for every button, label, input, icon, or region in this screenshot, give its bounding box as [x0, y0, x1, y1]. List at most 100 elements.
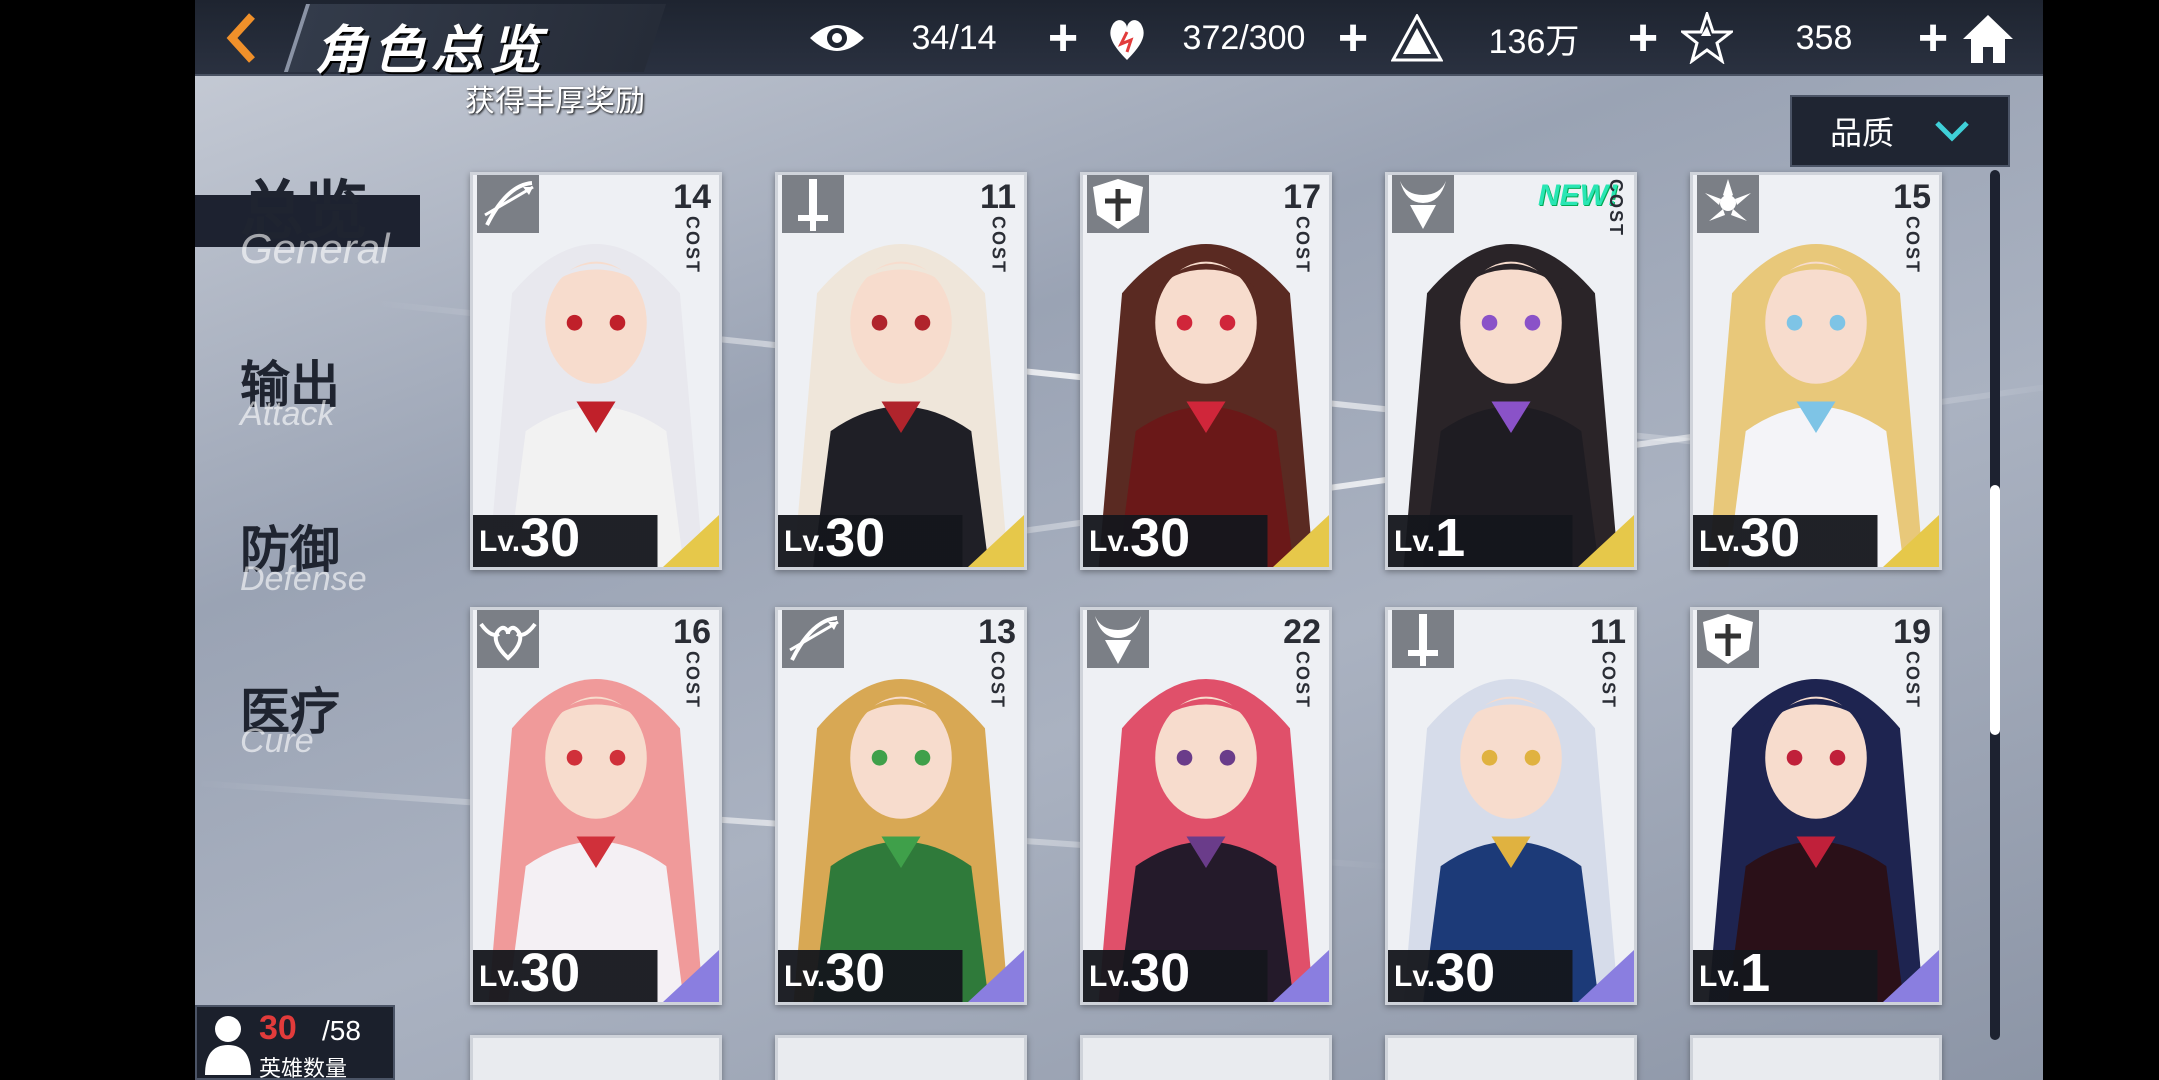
- level-prefix: Lv.: [1394, 960, 1436, 993]
- hero-card[interactable]: [470, 1035, 722, 1080]
- level-value: 1: [1435, 508, 1466, 568]
- heart-wing-icon: [477, 610, 539, 668]
- home-button[interactable]: [1953, 6, 2023, 70]
- rarity-corner: [1273, 515, 1329, 567]
- top-bar: 角色总览 34/14 + 372/300 + 136万 + 358 +: [195, 0, 2043, 80]
- star-crystal-icon: [1675, 6, 1739, 70]
- rarity-corner: [1273, 950, 1329, 1002]
- back-button[interactable]: [207, 6, 277, 70]
- filter-label: 品质: [1829, 115, 1894, 151]
- bow-icon: [477, 175, 539, 233]
- level-prefix: Lv.: [479, 960, 521, 993]
- cost-value: 15: [1893, 178, 1931, 216]
- cost-label: COST: [1292, 216, 1313, 275]
- sidebar-item-attack[interactable]: 输出 Attack: [195, 345, 435, 445]
- level-value: 30: [520, 943, 581, 1003]
- hero-card[interactable]: 15 COST Lv. 30: [1690, 172, 1942, 570]
- level-prefix: Lv.: [1699, 960, 1741, 993]
- rarity-corner: [663, 950, 719, 1002]
- hero-count-current: 30: [259, 1009, 297, 1047]
- quality-filter-dropdown[interactable]: 品质: [1790, 95, 2010, 167]
- level-value: 30: [1130, 508, 1191, 568]
- hero-card[interactable]: 11 COST Lv. 30: [1385, 607, 1637, 1005]
- add-vision-button[interactable]: +: [1039, 12, 1087, 64]
- level-prefix: Lv.: [1089, 960, 1131, 993]
- hero-card[interactable]: [1385, 1035, 1637, 1080]
- cost-value: 11: [1590, 613, 1626, 651]
- hero-card[interactable]: 17 COST Lv. 30: [1080, 172, 1332, 570]
- resource-gold: 136万 +: [1385, 6, 1667, 70]
- sidebar-item-sublabel: Defense: [240, 560, 367, 598]
- level-value: 30: [1130, 943, 1191, 1003]
- level-prefix: Lv.: [1394, 525, 1436, 558]
- cost-badge: 15 COST: [1893, 178, 1931, 275]
- level-value: 30: [1740, 508, 1801, 568]
- cost-label: COST: [1902, 216, 1923, 275]
- cost-value: 17: [1283, 178, 1321, 216]
- cost-badge: COST: [1605, 179, 1626, 237]
- rarity-corner: [1578, 950, 1634, 1002]
- cost-badge: 11 COST: [980, 178, 1016, 275]
- hero-card[interactable]: NEW! COST Lv. 1: [1385, 172, 1637, 570]
- level-value: 30: [825, 943, 886, 1003]
- cost-value: 13: [978, 613, 1016, 651]
- add-crystal-button[interactable]: +: [1909, 12, 1957, 64]
- level-value: 30: [825, 508, 886, 568]
- level-prefix: Lv.: [784, 525, 826, 558]
- resource-value: 136万: [1488, 22, 1580, 61]
- hero-card[interactable]: [1690, 1035, 1942, 1080]
- page-title: 角色总览: [315, 22, 548, 80]
- level-prefix: Lv.: [1699, 525, 1741, 558]
- hero-count-total: /58: [322, 1015, 361, 1046]
- heart-icon: [1095, 6, 1159, 70]
- resource-value: 34/14: [911, 18, 997, 57]
- rarity-corner: [968, 515, 1024, 567]
- resource-value: 372/300: [1182, 18, 1306, 57]
- sidebar-item-defense[interactable]: 防御 Defense: [195, 510, 435, 610]
- add-gold-button[interactable]: +: [1619, 12, 1667, 64]
- rarity-corner: [1883, 515, 1939, 567]
- lotus-icon: [1697, 175, 1759, 233]
- shield-icon: [1087, 175, 1149, 233]
- level-value: 1: [1740, 943, 1771, 1003]
- cost-label: COST: [1902, 651, 1923, 710]
- cost-label: COST: [1598, 651, 1619, 710]
- sword-icon: [1392, 610, 1454, 668]
- cost-badge: 11 COST: [1590, 613, 1626, 710]
- add-stamina-button[interactable]: +: [1329, 12, 1377, 64]
- cost-label: COST: [1606, 179, 1626, 238]
- hero-count-label: 英雄数量: [259, 1056, 348, 1080]
- resource-crystal: 358 +: [1675, 6, 1957, 70]
- cost-label: COST: [988, 216, 1009, 275]
- sidebar-item-general[interactable]: 总览 General: [195, 155, 435, 275]
- hero-card[interactable]: 22 COST Lv. 30: [1080, 607, 1332, 1005]
- scrollbar-thumb[interactable]: [1990, 485, 2000, 735]
- cost-badge: 14 COST: [673, 178, 711, 274]
- cost-badge: 19 COST: [1893, 613, 1931, 710]
- pyramid-coin-icon: [1385, 6, 1449, 70]
- game-screen: 角色总览 34/14 + 372/300 + 136万 + 358 + 获得丰厚…: [195, 0, 2043, 1080]
- hero-card[interactable]: 16 COST Lv. 30: [470, 607, 722, 1005]
- resource-value: 358: [1795, 18, 1853, 57]
- hero-card[interactable]: [775, 1035, 1027, 1080]
- cost-value: 14: [673, 178, 711, 216]
- home-icon: [1963, 15, 2013, 63]
- sidebar-item-sublabel: General: [240, 225, 390, 272]
- hero-card[interactable]: [1080, 1035, 1332, 1080]
- cost-value: 11: [980, 178, 1016, 216]
- rarity-corner: [1578, 515, 1634, 567]
- rarity-corner: [968, 950, 1024, 1002]
- sword-icon: [782, 175, 844, 233]
- resource-stamina: 372/300 +: [1095, 6, 1377, 70]
- rarity-corner: [663, 515, 719, 567]
- hero-count-panel: 30 /58 英雄数量: [195, 1005, 395, 1080]
- sidebar-item-cure[interactable]: 医疗 Cure: [195, 672, 435, 772]
- hero-card[interactable]: 19 COST Lv. 1: [1690, 607, 1942, 1005]
- level-prefix: Lv.: [479, 525, 521, 558]
- chevron-down-icon: [1935, 121, 1969, 142]
- hero-card[interactable]: 14 COST Lv. 30: [470, 172, 722, 570]
- hero-card[interactable]: 11 COST Lv. 30: [775, 172, 1027, 570]
- bow-icon: [782, 610, 844, 668]
- cost-label: COST: [1292, 651, 1313, 710]
- hero-card[interactable]: 13 COST Lv. 30: [775, 607, 1027, 1005]
